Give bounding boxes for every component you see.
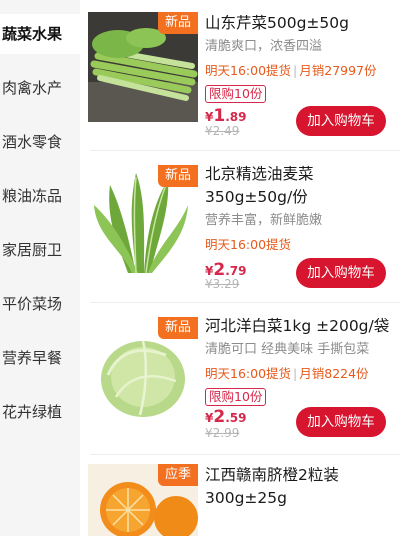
add-to-cart-button[interactable]: 加入购物车 [296, 407, 386, 437]
product-image-celery[interactable]: 新品 [88, 12, 198, 122]
sidebar-item-budget-market[interactable]: 平价菜场 [0, 284, 80, 324]
product-name[interactable]: 江西赣南脐橙2粒装300g±25g [205, 464, 390, 510]
seasonal-tag: 应季 [158, 464, 198, 486]
category-sidebar: 蔬菜水果 肉禽水产 酒水零食 粮油冻品 家居厨卫 平价菜场 营养早餐 花卉绿植 [0, 0, 80, 536]
product-card[interactable]: 新品 北京精选油麦菜350g±50g/份 营养丰富，新鲜脆嫩 明天16:00提货… [80, 151, 400, 301]
product-card[interactable]: 新品 河北洋白菜1kg ±200g/袋 清脆可口 经典美味 手撕包菜 明天16:… [80, 303, 400, 453]
limit-badge: 限购10份 [205, 85, 267, 103]
product-name[interactable]: 山东芹菜500g±50g [205, 12, 390, 35]
new-tag: 新品 [158, 317, 198, 339]
sidebar-item-vegetables-fruits[interactable]: 蔬菜水果 [0, 14, 80, 54]
product-description: 清脆可口 经典美味 手撕包菜 [205, 342, 370, 357]
limit-badge: 限购10份 [205, 388, 267, 406]
sidebar-item-breakfast[interactable]: 营养早餐 [0, 338, 80, 378]
product-name[interactable]: 北京精选油麦菜350g±50g/份 [205, 163, 390, 209]
sidebar-item-grain-oil-frozen[interactable]: 粮油冻品 [0, 176, 80, 216]
new-tag: 新品 [158, 12, 198, 34]
product-image-lettuce[interactable]: 新品 [88, 165, 198, 275]
pickup-time: 明天16:00提货 [205, 366, 292, 381]
original-price: ¥2.99 [205, 426, 240, 440]
pickup-time: 明天16:00提货 [205, 237, 292, 252]
product-card[interactable]: 新品 山东芹菜500g±50g 清脆爽口，浓香四溢 明天16:00提货 | 月销27… [80, 0, 400, 150]
product-description: 营养丰富，新鲜脆嫩 [205, 213, 323, 228]
pickup-time: 明天16:00提货 [205, 63, 292, 78]
product-card[interactable]: 应季 江西赣南脐橙2粒装300g±25g [80, 455, 400, 536]
current-price: ¥2.59 [205, 407, 247, 427]
current-price: ¥1.89 [205, 106, 247, 126]
product-meta: 明天16:00提货 | 月销8224份 [205, 366, 369, 381]
product-name[interactable]: 河北洋白菜1kg ±200g/袋 [205, 315, 390, 338]
product-image-cabbage[interactable]: 新品 [88, 317, 198, 427]
sidebar-item-home-kitchen[interactable]: 家居厨卫 [0, 230, 80, 270]
product-image-orange[interactable]: 应季 [88, 464, 198, 536]
monthly-sales: 月销8224份 [299, 366, 369, 381]
original-price: ¥3.29 [205, 277, 240, 291]
product-meta: 明天16:00提货 [205, 235, 390, 255]
original-price: ¥2.49 [205, 124, 240, 138]
product-meta: 明天16:00提货 | 月销27997份 [205, 63, 377, 78]
product-description: 清脆爽口，浓香四溢 [205, 39, 323, 54]
monthly-sales: 月销27997份 [299, 63, 377, 78]
add-to-cart-button[interactable]: 加入购物车 [296, 258, 386, 288]
sidebar-item-drinks-snacks[interactable]: 酒水零食 [0, 122, 80, 162]
add-to-cart-button[interactable]: 加入购物车 [296, 106, 386, 136]
new-tag: 新品 [158, 165, 198, 187]
sidebar-item-flowers-plants[interactable]: 花卉绿植 [0, 392, 80, 432]
sidebar-item-meat-seafood[interactable]: 肉禽水产 [0, 68, 80, 108]
